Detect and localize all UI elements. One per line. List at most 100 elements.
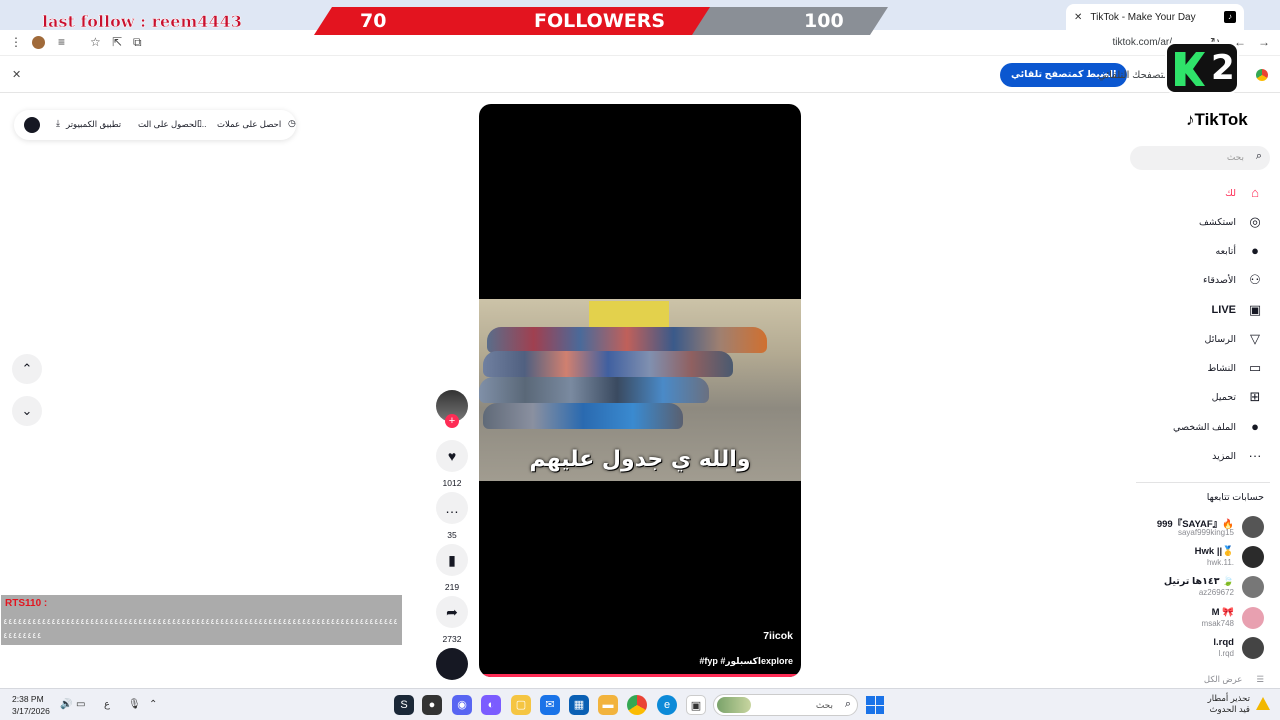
infobar-close-icon[interactable]: ✕: [12, 68, 21, 81]
account-avatar[interactable]: [1242, 607, 1264, 629]
people-row-2: [483, 351, 733, 377]
chrome-app-icon[interactable]: [627, 695, 647, 715]
video-progress-bar[interactable]: [479, 674, 801, 677]
steam-app-icon[interactable]: S: [394, 695, 414, 715]
app-icon-4[interactable]: ◐: [481, 695, 501, 715]
microphone-icon[interactable]: 🎙: [128, 699, 141, 710]
taskbar-clock[interactable]: 2:38 PM 3/17/2026: [12, 693, 50, 717]
see-all-link[interactable]: عرض الكل ☰: [1204, 674, 1264, 685]
sidebar-item-upload[interactable]: تحميل ⊞: [1212, 386, 1264, 408]
following-account[interactable]: 999『SAYAF』🔥 sayaf999king15: [1124, 514, 1264, 542]
forward-icon[interactable]: →: [1258, 35, 1270, 49]
follow-plus-icon[interactable]: +: [445, 414, 459, 428]
tiktok-favicon-icon: ♪: [1224, 11, 1236, 23]
tab-close-icon[interactable]: ✕: [1074, 12, 1082, 23]
task-view-icon[interactable]: ▣: [686, 695, 706, 715]
get-coins-link[interactable]: احصل على عملات: [217, 119, 281, 130]
discord-app-icon[interactable]: ◉: [452, 695, 472, 715]
music-disc-icon[interactable]: [436, 648, 468, 680]
follower-goal-bar: 70 FOLLOWERS 100: [314, 7, 888, 35]
volume-icon[interactable]: 🔊: [60, 699, 72, 710]
video-author[interactable]: 7iicok: [763, 630, 793, 642]
download-pc-app-link[interactable]: تطبيق الكمبيوتر: [66, 119, 121, 130]
kick-logo: 2: [1165, 42, 1239, 94]
heart-icon[interactable]: ♥: [436, 440, 468, 472]
see-all-label: عرض الكل: [1203, 674, 1243, 684]
like-action[interactable]: ♥ 1012: [436, 440, 468, 488]
video-caption: والله ي جدول عليهم: [529, 447, 751, 472]
sidebar-item-home[interactable]: لك ⌂: [1225, 182, 1264, 204]
account-avatar[interactable]: [1242, 546, 1264, 568]
account-avatar[interactable]: [1242, 516, 1264, 538]
next-video-button[interactable]: ⌄: [12, 396, 42, 426]
save-action[interactable]: ▮ 219: [436, 544, 468, 592]
obs-app-icon[interactable]: ●: [422, 695, 442, 715]
user-avatar[interactable]: [24, 117, 40, 133]
share-arrow-icon[interactable]: ➦: [436, 596, 468, 628]
share-action[interactable]: ➦ 2732: [436, 596, 468, 644]
comment-action[interactable]: … 35: [436, 492, 468, 540]
windows-start-icon[interactable]: [866, 696, 884, 714]
profile-avatar-icon[interactable]: [32, 36, 45, 49]
phone-icon: ▯: [197, 118, 202, 128]
bookmark-star-icon[interactable]: ☆: [90, 35, 101, 49]
account-avatar[interactable]: [1242, 576, 1264, 598]
media-icon[interactable]: ≡: [58, 35, 65, 49]
mail-app-icon[interactable]: ✉: [540, 695, 560, 715]
logo-text: TikTok: [1194, 110, 1248, 129]
sidebar-item-following[interactable]: أتابعه ●: [1216, 240, 1265, 262]
account-name: M 🎀: [1211, 607, 1234, 618]
following-account[interactable]: ١٤٣ها ترتيل 🍃 az269672: [1124, 574, 1264, 602]
edge-app-icon[interactable]: e: [657, 695, 677, 715]
sidebar-item-label: لك: [1225, 187, 1236, 199]
sidebar-item-label: المزيد: [1212, 450, 1236, 462]
account-handle: az269672: [1198, 588, 1234, 597]
taskbar-search-placeholder: بحث: [815, 700, 833, 710]
menu-icon[interactable]: ⋮: [10, 35, 22, 49]
browser-tab[interactable]: ✕ TikTok - Make Your Day ♪: [1066, 4, 1244, 30]
taskbar-search-input[interactable]: بحث ⌕: [713, 694, 858, 716]
url-field[interactable]: tiktok.com/ar/: [1113, 37, 1172, 48]
network-icon[interactable]: ▭: [76, 699, 85, 710]
windows-taskbar: 2:38 PM 3/17/2026 🔊 ▭ ع 🎙 ⌃ S ● ◉ ◐ ▢ ✉ …: [0, 688, 1280, 720]
following-account[interactable]: M 🎀 msak748: [1124, 605, 1264, 633]
search-icon[interactable]: ⌕: [1256, 150, 1262, 163]
sidebar-item-label: تحميل: [1211, 391, 1236, 403]
sidebar-item-more[interactable]: المزيد ···: [1212, 445, 1264, 467]
sidebar-search-input[interactable]: بحث ⌕: [1130, 146, 1270, 170]
account-avatar[interactable]: [1242, 637, 1264, 659]
following-account[interactable]: l.rqd l.rqd: [1124, 635, 1264, 663]
comment-icon[interactable]: …: [436, 492, 468, 524]
sidebar-item-live[interactable]: LIVE ▣: [1212, 299, 1264, 321]
weather-widget[interactable]: تحذير أمطار قيد الحدوث: [1208, 693, 1250, 715]
video-player[interactable]: والله ي جدول عليهم 7iicok #fyp #اكسبلورe…: [479, 104, 801, 677]
share-count: 2732: [442, 634, 462, 644]
following-account[interactable]: Hwk ||🥇 hwk.11.: [1124, 544, 1264, 572]
previous-video-button[interactable]: ⌃: [12, 354, 42, 384]
sidebar-item-messages[interactable]: الرسائل ▽: [1205, 328, 1264, 350]
app-icon-5[interactable]: ▢: [511, 695, 531, 715]
chat-username: RTS110 :: [5, 598, 48, 609]
store-app-icon[interactable]: ▦: [569, 695, 589, 715]
file-explorer-icon[interactable]: ▬: [598, 695, 618, 715]
extension-icon[interactable]: ⧉: [133, 35, 142, 50]
sidebar-item-label: أتابعه: [1215, 245, 1237, 257]
tiktok-logo[interactable]: ♪TikTok: [1186, 110, 1248, 130]
taskbar-search-icon: ⌕: [844, 698, 851, 710]
sidebar-item-label: الأصدقاء: [1202, 274, 1236, 286]
sidebar-item-profile[interactable]: الملف الشخصي ●: [1173, 416, 1264, 438]
sidebar-item-activity[interactable]: النشاط ▭: [1207, 357, 1264, 379]
followers-label: FOLLOWERS: [534, 10, 666, 32]
follower-count: 70: [360, 10, 387, 32]
bookmark-icon[interactable]: ▮: [436, 544, 468, 576]
sidebar-item-friends[interactable]: الأصدقاء ⚇: [1203, 269, 1264, 291]
people-row-1: [487, 327, 767, 353]
account-handle: msak748: [1201, 619, 1234, 628]
tray-chevron-icon[interactable]: ⌃: [149, 699, 157, 710]
account-handle: hwk.11.: [1207, 558, 1234, 567]
share-icon[interactable]: ⇱: [112, 35, 122, 49]
sidebar-item-compass[interactable]: استكشف ◎: [1199, 211, 1264, 233]
language-indicator[interactable]: ع: [104, 699, 110, 710]
search-highlight-image: [717, 697, 751, 713]
sidebar-divider: [1136, 482, 1270, 483]
